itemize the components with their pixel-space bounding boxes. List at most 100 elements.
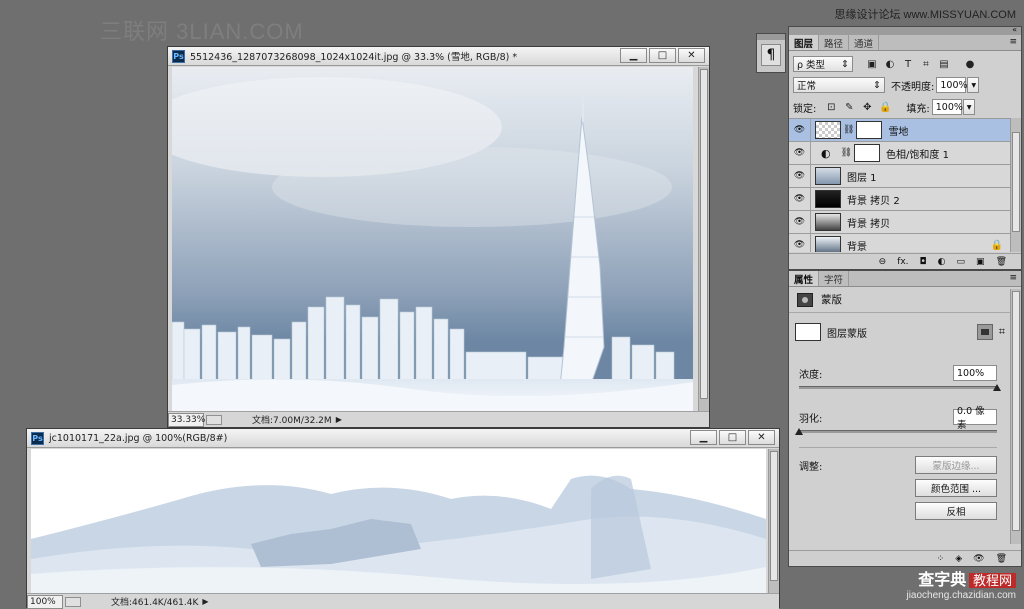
status-menu-arrow-icon[interactable]: ▶ (336, 415, 342, 424)
maximize-button[interactable]: □ (719, 430, 746, 445)
density-slider[interactable] (799, 384, 1001, 391)
layer-row[interactable]: 👁 ◐ ⛓ 色相/饱和度 1 (789, 142, 1011, 165)
layers-scrollbar[interactable] (1010, 118, 1021, 252)
minimize-button[interactable]: ▁ (620, 48, 647, 63)
kind-filter-dropdown[interactable]: ρ 类型 ⇕ (793, 56, 853, 72)
delete-mask-icon[interactable]: 🗑 (996, 554, 1007, 564)
apply-mask-icon[interactable]: ◈ (955, 554, 962, 564)
visibility-eye-icon[interactable]: 👁 (789, 142, 811, 164)
layer-row[interactable]: 👁 背景 拷贝 2 (789, 188, 1011, 211)
filter-smart-icon[interactable]: ▤ (937, 57, 951, 71)
color-range-button[interactable]: 颜色范围 ... (915, 479, 997, 497)
lock-position-icon[interactable]: ✥ (860, 100, 874, 114)
feather-slider[interactable] (795, 428, 997, 435)
close-button[interactable]: ✕ (748, 430, 775, 445)
panel-menu-icon[interactable]: ≡ (1009, 37, 1017, 47)
trash-icon[interactable]: 🗑 (996, 257, 1007, 267)
doc1-doc-info: 文档:7.00M/32.2M (252, 416, 332, 426)
filter-type-icon[interactable]: T (901, 57, 915, 71)
lock-transparent-icon[interactable]: ⊡ (824, 100, 838, 114)
blend-mode-dropdown[interactable]: 正常 ⇕ (793, 77, 885, 93)
mask-thumbnail[interactable] (856, 121, 883, 139)
paragraph-panel-button[interactable]: ¶ (761, 44, 781, 66)
new-layer-icon[interactable]: ▣ (976, 257, 985, 267)
panel-menu-icon[interactable]: ≡ (1009, 273, 1017, 283)
vector-mask-icon[interactable]: ⌗ (999, 325, 1005, 339)
mask-preview-thumbnail (795, 323, 821, 341)
watermark-left: 三联网 3LIAN.COM (100, 19, 304, 44)
doc2-vertical-scrollbar[interactable] (768, 449, 779, 593)
add-mask-icon[interactable]: ◘ (920, 257, 927, 267)
doc1-vertical-scrollbar[interactable] (698, 67, 709, 411)
status-export-icon[interactable] (65, 596, 81, 607)
doc1-zoom-field[interactable]: 33.33% (168, 412, 205, 427)
maximize-button[interactable]: □ (649, 48, 676, 63)
feather-input[interactable]: 0.0 像素 (953, 406, 997, 431)
status-menu-arrow-icon[interactable]: ▶ (202, 597, 208, 606)
watermark-top-right: 思缘设计论坛 www.MISSYUAN.COM (834, 9, 1016, 21)
watermark-bottom-right: 查字典 教程网 jiaocheng.chazidian.com (906, 566, 1016, 601)
layer-row[interactable]: 👁 ⛓ 雪地 (789, 119, 1011, 142)
document-window-1[interactable]: Ps 5512436_1287073268098_1024x1024it.jpg… (167, 46, 710, 428)
link-icon[interactable]: ⊖ (879, 257, 887, 267)
tab-layers[interactable]: 图层 (789, 35, 820, 50)
layer-thumbnail (815, 190, 841, 208)
layer-row[interactable]: 👁 背景 🔒 (789, 234, 1011, 252)
tab-channels[interactable]: 通道 (849, 35, 880, 50)
toggle-mask-icon[interactable]: 👁 (973, 554, 984, 564)
doc2-zoom-field[interactable]: 100% (27, 594, 63, 609)
canvas-city-image[interactable] (172, 67, 693, 411)
collapse-icon[interactable]: « (1012, 25, 1017, 34)
minimize-button[interactable]: ▁ (690, 430, 717, 445)
layer-row[interactable]: 👁 图层 1 (789, 165, 1011, 188)
load-selection-icon[interactable]: ⁘ (937, 554, 945, 564)
visibility-eye-icon[interactable]: 👁 (789, 234, 811, 252)
density-slider-handle[interactable] (993, 384, 1001, 391)
doc1-titlebar[interactable]: Ps 5512436_1287073268098_1024x1024it.jpg… (168, 47, 709, 66)
layers-panel: « 图层 路径 通道 ≡ ρ 类型 ⇕ ▣ ◐ T ⌗ ▤ ● 正常 ⇕ 不透明度:… (788, 25, 1022, 270)
properties-panel: 属性 字符 ≡ 蒙版 图层蒙版 ⌗ 浓度: 100% 羽化: 0.0 像素 调整… (788, 270, 1022, 567)
layer-name: 图层 1 (847, 172, 877, 184)
invert-button[interactable]: 反相 (915, 502, 997, 520)
visibility-eye-icon[interactable]: 👁 (789, 211, 811, 233)
document-window-2[interactable]: Ps jc1010171_22a.jpg @ 100%(RGB/8#) ▁ □ … (26, 428, 780, 609)
opacity-slider-button[interactable]: ▾ (967, 77, 980, 93)
filter-adjustment-icon[interactable]: ◐ (883, 57, 897, 71)
mask-edge-button[interactable]: 蒙版边缘... (915, 456, 997, 474)
mask-properties-icon (797, 292, 813, 307)
feather-slider-handle[interactable] (795, 428, 803, 435)
filter-toggle-icon[interactable]: ● (963, 57, 977, 71)
visibility-eye-icon[interactable]: 👁 (789, 188, 811, 210)
layer-name: 色相/饱和度 1 (886, 149, 949, 161)
adjust-label: 调整: (799, 461, 823, 473)
doc2-titlebar[interactable]: Ps jc1010171_22a.jpg @ 100%(RGB/8#) ▁ □ … (27, 429, 779, 448)
adjustment-icon[interactable]: ◐ (938, 257, 946, 267)
filter-pixel-icon[interactable]: ▣ (865, 57, 879, 71)
properties-scrollbar[interactable] (1010, 289, 1021, 544)
mask-link-icon[interactable]: ⛓ (841, 148, 852, 158)
group-icon[interactable]: ▭ (957, 257, 966, 267)
pixel-mask-button[interactable] (976, 324, 993, 340)
tab-character[interactable]: 字符 (819, 271, 850, 286)
fx-icon[interactable]: fx. (897, 257, 908, 267)
canvas-snow-image[interactable] (31, 449, 766, 593)
layer-name: 雪地 (888, 126, 909, 138)
status-export-icon[interactable] (206, 414, 222, 425)
layer-row[interactable]: 👁 背景 拷贝 (789, 211, 1011, 234)
mask-thumbnail[interactable] (854, 144, 881, 162)
mask-link-icon[interactable]: ⛓ (843, 125, 854, 135)
mask-type-label: 图层蒙版 (827, 328, 867, 340)
close-button[interactable]: ✕ (678, 48, 705, 63)
lock-all-icon[interactable]: 🔒 (878, 100, 892, 114)
fill-input[interactable]: 100% (931, 99, 963, 115)
visibility-eye-icon[interactable]: 👁 (789, 119, 811, 141)
visibility-eye-icon[interactable]: 👁 (789, 165, 811, 187)
opacity-input[interactable]: 100% (936, 77, 968, 93)
fill-slider-button[interactable]: ▾ (962, 99, 975, 115)
tab-properties[interactable]: 属性 (789, 271, 820, 286)
watermark-badge: 教程网 (968, 573, 1016, 588)
lock-pixels-icon[interactable]: ✎ (842, 100, 856, 114)
density-input[interactable]: 100% (953, 365, 997, 381)
tab-paths[interactable]: 路径 (819, 35, 850, 50)
filter-shape-icon[interactable]: ⌗ (919, 57, 933, 71)
